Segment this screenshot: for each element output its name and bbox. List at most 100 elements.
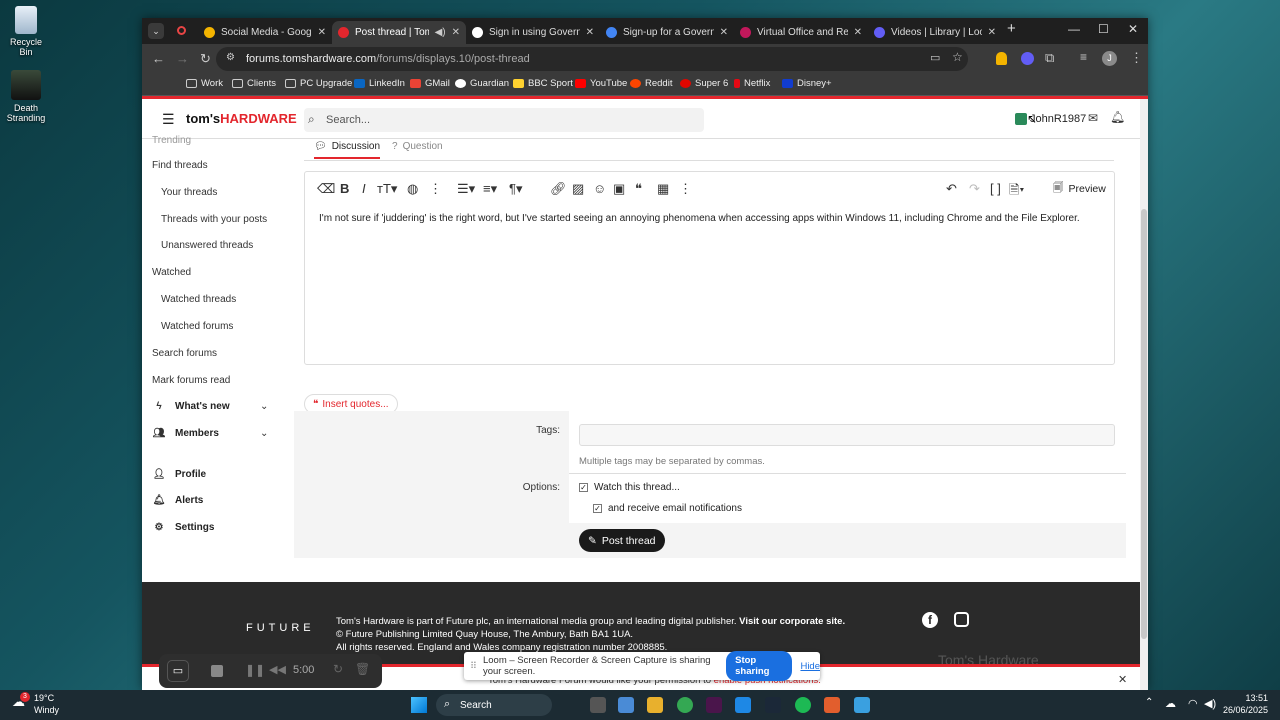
loom-extension-icon[interactable] [1021, 52, 1034, 65]
sidebar-item-trending[interactable]: Trending [152, 135, 191, 146]
tab-close-icon[interactable]: ✕ [854, 27, 862, 38]
list-icon[interactable]: ☰▾ [457, 181, 475, 197]
bookmark-star-icon[interactable]: ☆ [952, 50, 963, 64]
tab-close-icon[interactable]: ✕ [720, 27, 728, 38]
bookmark-reddit[interactable]: Reddit [630, 78, 672, 89]
tags-input[interactable] [579, 424, 1115, 446]
weather-desc[interactable]: Windy [34, 705, 59, 715]
tab-close-icon[interactable]: ✕ [586, 27, 594, 38]
recycle-bin-desktop-icon[interactable]: Recycle Bin [4, 6, 48, 58]
table-icon[interactable]: ▦ [657, 181, 669, 197]
italic-icon[interactable]: I [362, 181, 366, 196]
url-bar[interactable]: ⚙ forums.tomshardware.com/forums/display… [216, 47, 968, 71]
page-scrollbar[interactable] [1140, 99, 1148, 690]
image-icon[interactable]: ▨ [572, 181, 584, 197]
chevron-down-icon[interactable]: ⌄ [260, 428, 268, 439]
site-search-input[interactable]: ⌕ Search... [304, 108, 704, 132]
onedrive-icon[interactable]: ☁ [1165, 697, 1176, 710]
tab-audio-icon[interactable]: ◀) [435, 27, 446, 38]
bookmark-disney[interactable]: Disney+ [782, 78, 832, 89]
tab-search-chevron-icon[interactable]: ⌄ [148, 23, 164, 39]
tab-loom-videos[interactable]: Videos | Library | Loom ✕ [868, 21, 1002, 44]
inbox-icon[interactable]: ✉ [1088, 111, 1098, 125]
sidebar-item-unanswered[interactable]: Unanswered threads [161, 240, 253, 251]
bbcode-toggle-icon[interactable]: [ ] [990, 181, 1001, 196]
sidebar-item-settings[interactable]: ⚙ Settings [152, 522, 215, 533]
tab-close-icon[interactable]: ✕ [452, 27, 460, 38]
clock-time[interactable]: 13:51 [1230, 693, 1268, 703]
facebook-icon[interactable]: f [922, 612, 938, 628]
death-stranding-desktop-icon[interactable]: Death Stranding [4, 70, 48, 124]
undo-icon[interactable]: ↶ [946, 181, 957, 197]
wifi-icon[interactable]: ◠ [1188, 697, 1198, 710]
tab-question[interactable]: ? Question [392, 141, 443, 152]
sidebar-item-alerts[interactable]: 🔔︎ Alerts [152, 495, 204, 506]
tab-virtual-office[interactable]: Virtual Office and Regis ✕ [734, 21, 868, 44]
profile-avatar-icon[interactable]: J [1102, 51, 1117, 66]
extension-bell-icon[interactable] [996, 52, 1007, 65]
slack-icon[interactable] [706, 697, 722, 713]
sidebar-item-threads-with-posts[interactable]: Threads with your posts [161, 214, 267, 225]
office-icon[interactable] [824, 697, 840, 713]
sidebar-item-find-threads[interactable]: Find threads [152, 160, 208, 171]
text-size-icon[interactable]: тT▾ [377, 181, 397, 197]
notepad-icon[interactable] [854, 697, 870, 713]
corporate-site-link[interactable]: Visit our corporate site. [739, 616, 845, 627]
bookmark-bbc-sport[interactable]: BBC Sport [513, 78, 573, 89]
close-window-icon[interactable]: ✕ [1128, 22, 1138, 36]
bookmark-work[interactable]: Work [186, 78, 223, 89]
install-app-icon[interactable]: ▭ [930, 51, 940, 64]
sidebar-item-members[interactable]: 👥︎ Members [152, 428, 219, 439]
media-icon[interactable]: ▣ [613, 181, 625, 197]
copilot-icon[interactable] [618, 697, 634, 713]
reload-icon[interactable]: ↻ [200, 51, 211, 67]
close-icon[interactable]: ✕ [1118, 673, 1127, 686]
volume-icon[interactable]: ◀) [1204, 697, 1216, 710]
bookmark-super6[interactable]: Super 6 [680, 78, 728, 89]
scrollbar-thumb[interactable] [1141, 209, 1147, 639]
stop-recording-icon[interactable] [211, 665, 223, 677]
spotify-icon[interactable] [795, 697, 811, 713]
watch-thread-checkbox[interactable]: ✓ Watch this thread... [579, 482, 680, 493]
chevron-down-icon[interactable]: ⌄ [260, 401, 268, 412]
tab-sign-up-government[interactable]: Sign-up for a Governm ✕ [600, 21, 734, 44]
future-logo[interactable]: FUTURE [246, 622, 315, 634]
sidebar-item-your-threads[interactable]: Your threads [161, 187, 217, 198]
tab-close-icon[interactable]: ✕ [318, 27, 326, 38]
rewind-icon[interactable]: ◀◀ [269, 663, 286, 676]
smilie-icon[interactable]: ☺ [593, 181, 606, 196]
sidebar-item-search-forums[interactable]: Search forums [152, 348, 217, 359]
instagram-icon[interactable] [954, 612, 969, 627]
drafts-icon[interactable]: 🗎▾ [1009, 181, 1024, 203]
sidebar-item-watched-threads[interactable]: Watched threads [161, 294, 236, 305]
sidebar-item-whats-new[interactable]: ϟ What's new [152, 401, 229, 412]
tab-social-media[interactable]: Social Media - Google D ✕ [198, 21, 332, 44]
pause-icon[interactable]: ❚❚ [245, 663, 265, 677]
post-thread-button[interactable]: ✎ Post thread [579, 529, 665, 552]
sidebar-item-watched[interactable]: Watched [152, 267, 191, 278]
bookmark-linkedin[interactable]: LinkedIn [354, 78, 405, 89]
tab-close-icon[interactable]: ✕ [988, 27, 996, 38]
maximize-icon[interactable]: ☐ [1098, 22, 1109, 36]
restart-icon[interactable]: ↻ [333, 662, 343, 676]
tray-chevron-icon[interactable]: ⌃ [1145, 697, 1153, 708]
bookmark-gmail[interactable]: GMail [410, 78, 450, 89]
sidebar-item-profile[interactable]: 👤︎ Profile [152, 469, 206, 480]
hamburger-menu-icon[interactable]: ☰ [162, 111, 175, 128]
link-icon[interactable]: 🔗︎ [550, 181, 567, 197]
trash-icon[interactable]: 🗑︎ [355, 662, 370, 676]
windows-start-icon[interactable] [411, 697, 427, 713]
preview-button[interactable]: 🗐 Preview [1053, 180, 1106, 198]
steam-icon[interactable] [765, 697, 781, 713]
forward-arrow-icon[interactable]: → [176, 51, 189, 66]
color-palette-icon[interactable]: ◍ [407, 181, 418, 197]
bold-icon[interactable]: B [340, 181, 349, 196]
bookmark-guardian[interactable]: Guardian [455, 78, 509, 89]
stop-sharing-button[interactable]: Stop sharing [726, 651, 793, 681]
bookmark-pc-upgrade[interactable]: PC Upgrade [285, 78, 352, 89]
app-icon[interactable] [735, 697, 751, 713]
paragraph-icon[interactable]: ¶▾ [509, 181, 523, 197]
chrome-icon[interactable] [677, 697, 693, 713]
tab-post-thread[interactable]: Post thread | Tom's H ◀) ✕ [332, 21, 466, 44]
weather-temp[interactable]: 19°C [34, 693, 54, 703]
